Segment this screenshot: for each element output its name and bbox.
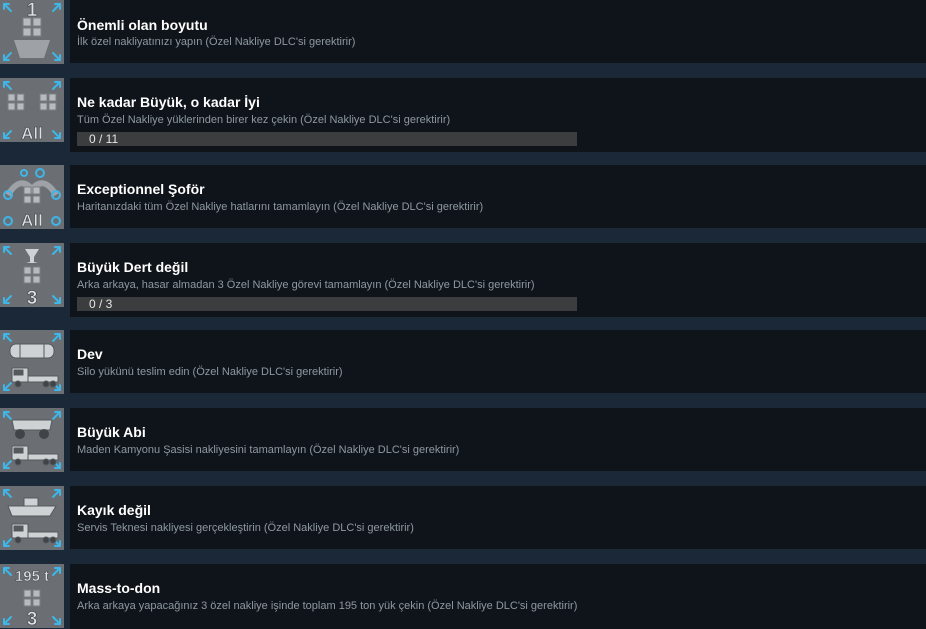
achievement-description: Arka arkaya, hasar almadan 3 Özel Nakliy… (77, 279, 535, 291)
achievement-row: All Exceptionnel Şoför Haritanızdaki tüm Ö… (0, 165, 926, 229)
achievement-title: Exceptionnel Şoför (77, 181, 205, 197)
number-one-crate-icon: 1 (0, 0, 64, 64)
fragile-glass-icon: 3 (0, 243, 64, 307)
achievement-title: Kayık değil (77, 502, 151, 518)
progress-bar: 0 / 11 (77, 132, 577, 146)
achievement-panel: Dev Silo yükünü teslim edin (Özel Nakliye… (70, 330, 926, 393)
progress-bar: 0 / 3 (77, 297, 577, 311)
icon-label: 1 (27, 0, 38, 21)
icon-label: All (21, 124, 43, 142)
achievement-title: Büyük Abi (77, 424, 146, 440)
all-crates-icon: All (0, 78, 64, 142)
boat-truck-icon (0, 486, 64, 550)
icon-label: All (21, 211, 43, 229)
achievement-title: Büyük Dert değil (77, 259, 189, 275)
icon-label: 3 (27, 609, 38, 628)
progress-text: 0 / 11 (89, 132, 119, 146)
achievement-panel: Büyük Abi Maden Kamyonu Şasisi nakliyesin… (70, 408, 926, 471)
achievement-description: İlk özel nakliyatınızı yapın (Özel Nakli… (77, 36, 356, 48)
achievement-title: Önemli olan boyutu (77, 17, 208, 33)
icon-top-label: 195 t (15, 568, 49, 585)
achievement-description: Haritanızdaki tüm Özel Nakliye hatlarını… (77, 201, 484, 213)
achievement-row: Kayık değil Servis Teknesi nakliyesi gerç… (0, 486, 926, 550)
icon-label: 3 (27, 288, 38, 307)
achievement-row: Dev Silo yükünü teslim edin (Özel Nakliye… (0, 330, 926, 394)
weight-195t-icon: 3 195 t (0, 564, 64, 628)
achievement-row: All Ne kadar Büyük, o kadar İyi Tüm Özel N… (0, 78, 926, 152)
achievement-row: Büyük Abi Maden Kamyonu Şasisi nakliyesin… (0, 408, 926, 472)
progress-text: 0 / 3 (89, 297, 113, 311)
achievement-panel: Kayık değil Servis Teknesi nakliyesi gerç… (70, 486, 926, 549)
silo-truck-icon (0, 330, 64, 394)
achievement-list: 1 Önemli olan boyutu İlk özel nakliyatınız… (0, 0, 926, 629)
achievement-row: 1 Önemli olan boyutu İlk özel nakliyatınız… (0, 0, 926, 64)
achievement-description: Silo yükünü teslim edin (Özel Nakliye DL… (77, 366, 343, 378)
achievement-title: Ne kadar Büyük, o kadar İyi (77, 94, 260, 110)
achievement-description: Tüm Özel Nakliye yüklerinden birer kez ç… (77, 114, 451, 126)
all-routes-icon: All (0, 165, 64, 229)
achievement-title: Mass-to-don (77, 580, 161, 596)
achievement-row: 3 Büyük Dert değil Arka arkaya, hasar alma… (0, 243, 926, 317)
achievement-panel: Mass-to-don Arka arkaya yapacağınız 3 öze… (70, 564, 926, 629)
achievement-panel: Ne kadar Büyük, o kadar İyi Tüm Özel Nakl… (70, 78, 926, 152)
achievement-description: Arka arkaya yapacağınız 3 özel nakliye i… (77, 600, 578, 612)
mining-truck-icon (0, 408, 64, 472)
achievement-panel: Exceptionnel Şoför Haritanızdaki tüm Özel… (70, 165, 926, 228)
achievement-title: Dev (77, 346, 103, 362)
achievement-description: Maden Kamyonu Şasisi nakliyesini tamamla… (77, 444, 460, 456)
achievement-description: Servis Teknesi nakliyesi gerçekleştirin … (77, 522, 414, 534)
achievement-panel: Büyük Dert değil Arka arkaya, hasar almad… (70, 243, 926, 317)
achievement-panel: Önemli olan boyutu İlk özel nakliyatınızı… (70, 0, 926, 63)
achievement-row: 3 195 t Mass-to-don Arka arkaya yapacağınız… (0, 564, 926, 629)
